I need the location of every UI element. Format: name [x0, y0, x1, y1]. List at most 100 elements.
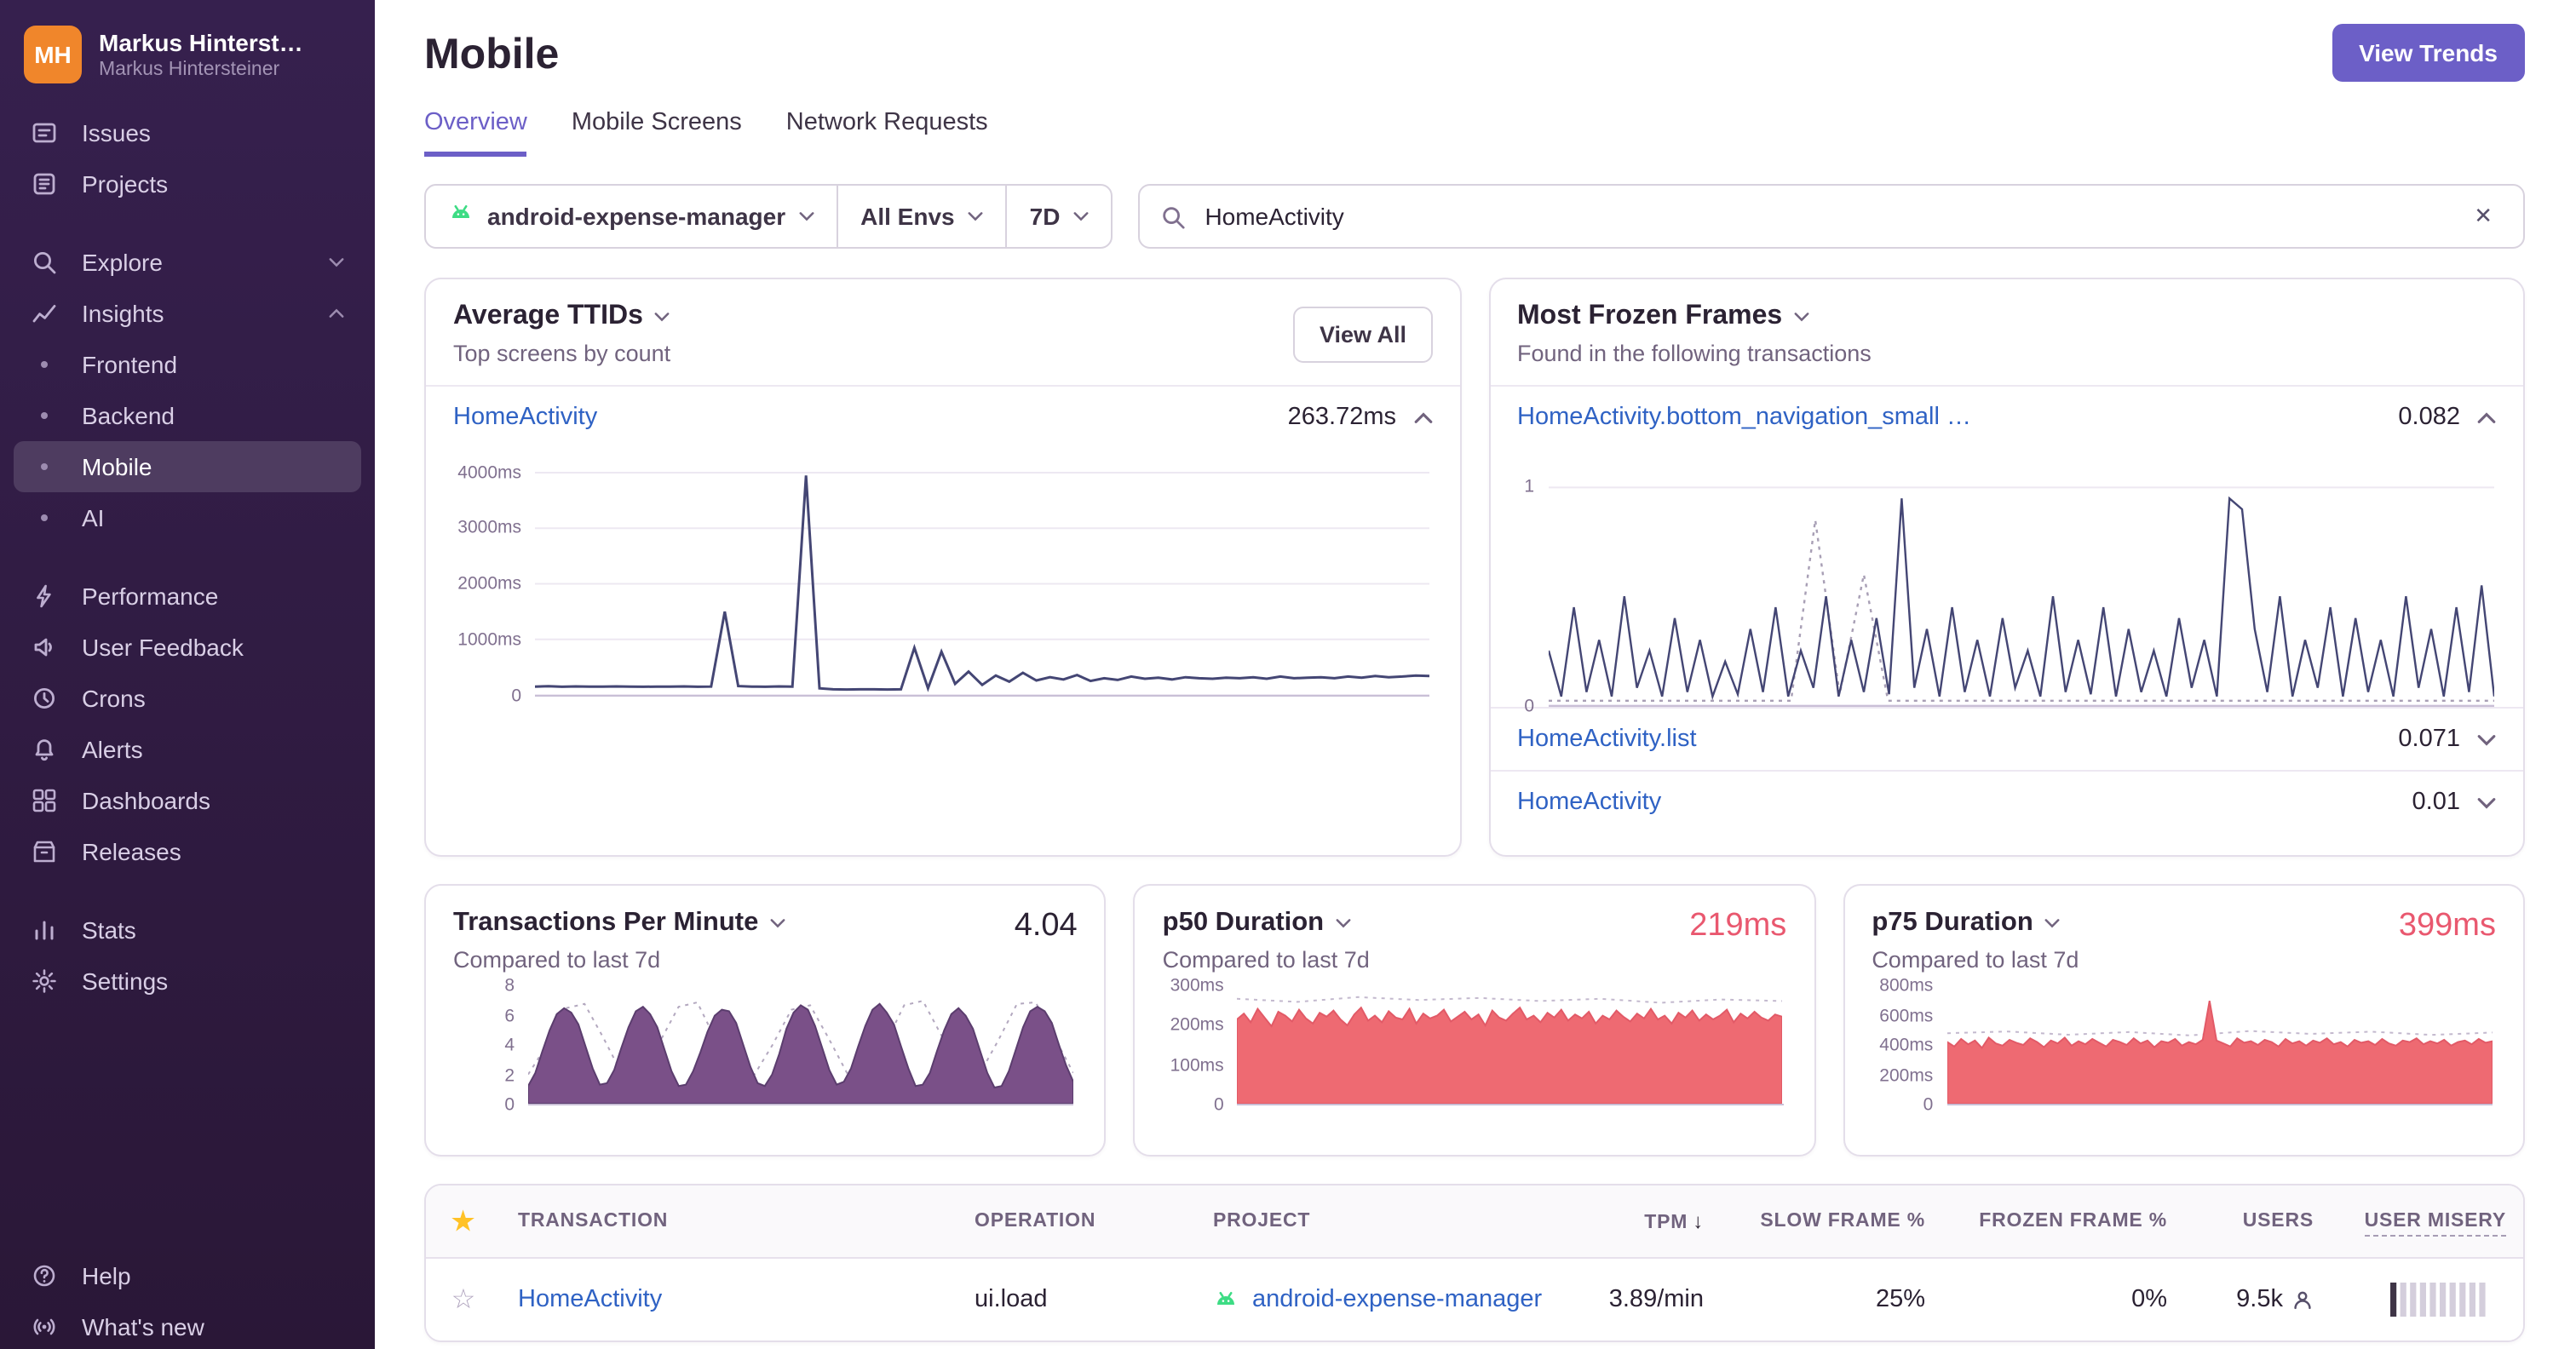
sidebar-item-user-feedback[interactable]: User Feedback [14, 622, 361, 673]
tpm-area-chart [528, 986, 1074, 1105]
tab-mobile-screens[interactable]: Mobile Screens [572, 109, 742, 157]
p75-y-axis: 800ms 600ms 400ms 200ms 0 [1879, 975, 1934, 1116]
projects-icon [31, 170, 58, 198]
p75-chart-area: 800ms 600ms 400ms 200ms 0 [1872, 975, 2496, 1116]
date-range-filter[interactable]: 7D [1005, 186, 1112, 247]
sidebar: MH Markus Hinterst… Markus Hintersteiner… [0, 0, 375, 1349]
ttid-y-axis: 4000ms 3000ms 2000ms 1000ms 0 [457, 462, 521, 707]
p75-metric-selector[interactable]: p75 Duration [1872, 908, 2079, 939]
broadcast-icon [31, 1313, 58, 1340]
tpm-metric-selector[interactable]: Transactions Per Minute [453, 908, 785, 939]
table-row: ☆ HomeActivity ui.load android-expense-m… [426, 1259, 2523, 1340]
tab-network-requests[interactable]: Network Requests [786, 109, 988, 157]
star-toggle[interactable]: ☆ [426, 1283, 501, 1317]
ttid-screen-link[interactable]: HomeActivity [453, 404, 597, 431]
transaction-column-header[interactable]: TRANSACTION [501, 1211, 957, 1231]
bullet-icon [31, 351, 58, 378]
slow-frame-column-header[interactable]: SLOW FRAME % [1721, 1211, 1942, 1231]
sidebar-item-mobile[interactable]: Mobile [14, 441, 361, 492]
sidebar-item-performance[interactable]: Performance [14, 571, 361, 622]
sidebar-item-help[interactable]: Help [14, 1250, 361, 1301]
clear-search-icon[interactable]: ✕ [2464, 201, 2503, 232]
chevron-down-icon [969, 212, 984, 221]
sidebar-item-frontend[interactable]: Frontend [14, 339, 361, 390]
ttid-chart-area: 4000ms 3000ms 2000ms 1000ms 0 [426, 462, 1459, 707]
sidebar-item-label: Crons [82, 685, 146, 712]
sidebar-item-projects[interactable]: Projects [14, 158, 361, 210]
average-ttids-header: Average TTIDs Top screens by count View … [426, 279, 1459, 387]
metric-subtitle: Compared to last 7d [1162, 947, 1370, 973]
users-column-header[interactable]: USERS [2184, 1211, 2331, 1231]
bullet-icon [31, 504, 58, 531]
sidebar-item-label: Releases [82, 838, 181, 865]
chevron-down-icon [770, 919, 785, 928]
sidebar-item-settings[interactable]: Settings [14, 956, 361, 1007]
frozen-transaction-link[interactable]: HomeActivity.list [1517, 726, 1697, 753]
collapse-chevron-icon[interactable] [1413, 411, 1432, 423]
frozen-frames-selector[interactable]: Most Frozen Frames [1517, 301, 1872, 332]
average-ttids-selector[interactable]: Average TTIDs [453, 301, 670, 332]
frozen-chart-area: 10 [1490, 455, 2523, 715]
sidebar-item-label: Insights [82, 300, 164, 327]
megaphone-icon [31, 634, 58, 661]
expand-chevron-icon[interactable] [2477, 733, 2496, 745]
android-project-icon [448, 201, 474, 232]
project-filter[interactable]: android-expense-manager [426, 186, 837, 247]
releases-icon [31, 838, 58, 865]
sidebar-item-issues[interactable]: Issues [14, 107, 361, 158]
sidebar-item-label: What's new [82, 1313, 204, 1340]
most-frozen-frames-card: Most Frozen Frames Found in the followin… [1488, 278, 2525, 857]
sidebar-item-crons[interactable]: Crons [14, 673, 361, 724]
frozen-row-0: HomeActivity.bottom_navigation_small … 0… [1490, 387, 2523, 448]
sidebar-item-whats-new[interactable]: What's new [14, 1301, 361, 1349]
sidebar-item-label: Explore [82, 249, 163, 276]
users-count: 9.5k [2236, 1286, 2283, 1313]
sidebar-item-label: Projects [82, 170, 169, 198]
user-misery-column-header[interactable]: USER MISERY [2331, 1211, 2523, 1237]
tab-overview[interactable]: Overview [424, 109, 527, 157]
page-filter-bar: android-expense-manager All Envs 7D ✕ [424, 184, 2525, 249]
page-header: Mobile View Trends [424, 24, 2525, 82]
search-input[interactable] [1201, 201, 2449, 232]
operation-column-header[interactable]: OPERATION [957, 1211, 1196, 1231]
view-trends-button[interactable]: View Trends [2332, 24, 2525, 82]
org-subtitle: Markus Hintersteiner [99, 60, 280, 80]
collapse-chevron-icon[interactable] [2477, 411, 2496, 423]
sidebar-item-ai[interactable]: AI [14, 492, 361, 543]
p50-metric-selector[interactable]: p50 Duration [1163, 908, 1370, 939]
sidebar-item-label: Dashboards [82, 787, 210, 814]
view-all-button[interactable]: View All [1293, 306, 1432, 362]
chevron-down-icon [799, 212, 814, 221]
project-column-header[interactable]: PROJECT [1196, 1211, 1557, 1231]
environment-filter[interactable]: All Envs [837, 186, 1006, 247]
expand-chevron-icon[interactable] [2477, 796, 2496, 808]
metric-subtitle: Compared to last 7d [1872, 947, 2079, 973]
frozen-transaction-link[interactable]: HomeActivity.bottom_navigation_small … [1517, 404, 1971, 431]
performance-icon [31, 583, 58, 610]
sidebar-item-dashboards[interactable]: Dashboards [14, 775, 361, 826]
sidebar-item-insights[interactable]: Insights [14, 288, 361, 339]
dashboards-icon [31, 787, 58, 814]
sidebar-item-backend[interactable]: Backend [14, 390, 361, 441]
p50-area-chart [1237, 986, 1784, 1105]
sidebar-item-explore[interactable]: Explore [14, 237, 361, 288]
transaction-link[interactable]: HomeActivity [518, 1286, 662, 1313]
org-switcher[interactable]: MH Markus Hinterst… Markus Hintersteiner [0, 0, 375, 100]
tpm-card: Transactions Per Minute Compared to last… [424, 884, 1107, 1157]
project-link[interactable]: android-expense-manager [1252, 1286, 1542, 1313]
frozen-frame-column-header[interactable]: FROZEN FRAME % [1942, 1211, 2184, 1231]
sidebar-item-label: Mobile [82, 453, 152, 480]
metric-title: p75 Duration [1872, 908, 2033, 937]
sidebar-item-releases[interactable]: Releases [14, 826, 361, 877]
metric-title: p50 Duration [1162, 908, 1325, 937]
frozen-transaction-link[interactable]: HomeActivity [1517, 789, 1661, 816]
tpm-sort-header[interactable]: TPM ↓ [1557, 1209, 1721, 1233]
sidebar-item-stats[interactable]: Stats [14, 904, 361, 956]
user-icon [2291, 1289, 2314, 1311]
user-misery-bars [2390, 1283, 2489, 1317]
sidebar-nav: Issues Projects Explore Insights Fronten… [0, 100, 375, 1013]
sidebar-item-label: Stats [82, 916, 136, 944]
sidebar-item-alerts[interactable]: Alerts [14, 724, 361, 775]
metric-title: Transactions Per Minute [453, 908, 759, 937]
p50-y-axis: 300ms 200ms 100ms 0 [1170, 975, 1224, 1116]
